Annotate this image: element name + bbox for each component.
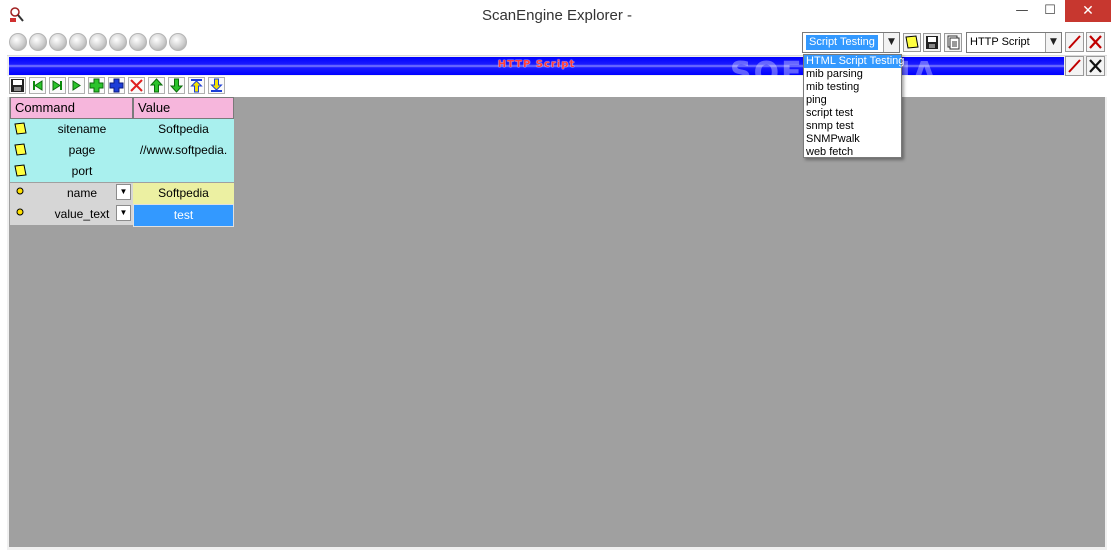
status-led-icon <box>129 33 147 51</box>
banner-edit-button[interactable] <box>1065 56 1084 76</box>
dropdown-item[interactable]: HTML Script Testing <box>804 55 904 68</box>
pencil-icon <box>1068 35 1081 49</box>
title-bar: ScanEngine Explorer - — ☐ ✕ <box>0 0 1114 30</box>
close-icon <box>1089 59 1102 73</box>
move-top-button[interactable] <box>188 77 205 94</box>
table-row[interactable]: port <box>10 161 234 182</box>
status-led-icon <box>149 33 167 51</box>
main-toolbar: Script Testing ▼ HTTP Script ▼ <box>7 30 1107 56</box>
status-led-icon <box>89 33 107 51</box>
move-down-button[interactable] <box>168 77 185 94</box>
table-row[interactable]: name ▼ Softpedia <box>10 183 234 204</box>
plus-green-icon <box>89 78 104 93</box>
copy-icon <box>947 35 960 50</box>
column-header-value[interactable]: Value <box>133 97 234 119</box>
arrow-down-icon <box>169 78 184 93</box>
close-icon <box>130 79 143 92</box>
grid-save-button[interactable] <box>9 77 26 94</box>
status-led-icon <box>49 33 67 51</box>
script-banner: HTTP Script <box>9 57 1064 75</box>
dropdown-item[interactable]: mib testing <box>804 81 901 94</box>
dropdown-item[interactable]: web fetch <box>804 146 901 159</box>
status-led-icon <box>9 33 27 51</box>
last-button[interactable] <box>49 77 66 94</box>
arrow-bottom-icon <box>210 78 223 92</box>
arrow-top-icon <box>190 79 203 93</box>
value-cell[interactable]: Softpedia <box>133 183 234 204</box>
table-row[interactable]: value_text ▼ test <box>10 204 234 227</box>
delete-row-button[interactable] <box>128 77 145 94</box>
arrow-up-icon <box>149 78 164 93</box>
banner-label: HTTP Script <box>497 59 576 70</box>
add-row-button[interactable] <box>88 77 105 94</box>
script-dropdown-list: HTML Script Testing mib parsing mib test… <box>803 54 904 159</box>
note-icon <box>14 122 27 135</box>
copy-button[interactable] <box>944 33 962 52</box>
note-icon <box>14 164 27 177</box>
status-led-icon <box>69 33 87 51</box>
script-type-value: HTTP Script <box>970 36 1030 48</box>
chevron-down-icon[interactable]: ▼ <box>883 33 899 52</box>
script-select-value: Script Testing <box>806 35 878 50</box>
value-cell[interactable]: //www.softpedia. <box>133 140 234 161</box>
command-cell: page <box>68 143 96 157</box>
move-bottom-button[interactable] <box>208 77 225 94</box>
script-select[interactable]: Script Testing ▼ <box>802 32 900 53</box>
chevron-down-icon[interactable]: ▼ <box>1045 33 1061 52</box>
command-cell: sitename <box>57 122 107 136</box>
note-icon <box>905 35 919 49</box>
note-icon <box>14 143 27 156</box>
minimize-button[interactable]: — <box>1008 0 1036 22</box>
script-type-select[interactable]: HTTP Script ▼ <box>966 32 1062 53</box>
close-icon <box>1089 35 1102 49</box>
command-cell: port <box>71 164 93 178</box>
play-icon <box>72 80 81 91</box>
status-leds <box>9 33 187 51</box>
delete-button[interactable] <box>1086 32 1105 52</box>
edit-button[interactable] <box>1065 32 1084 52</box>
chevron-down-icon[interactable]: ▼ <box>116 205 131 221</box>
floppy-icon <box>11 79 24 92</box>
dot-icon <box>16 208 24 216</box>
maximize-button[interactable]: ☐ <box>1036 0 1064 22</box>
insert-row-button[interactable] <box>108 77 125 94</box>
run-button[interactable] <box>68 77 85 94</box>
dropdown-item[interactable]: snmp test <box>804 120 901 133</box>
dot-icon <box>16 187 24 195</box>
move-up-button[interactable] <box>148 77 165 94</box>
table-row[interactable]: page //www.softpedia. <box>10 140 234 161</box>
column-header-command[interactable]: Command <box>10 97 133 119</box>
skip-forward-icon <box>52 80 62 91</box>
skip-back-icon <box>33 80 43 91</box>
grid-toolbar <box>7 76 1107 97</box>
banner-delete-button[interactable] <box>1086 56 1105 76</box>
pencil-icon <box>1068 59 1081 73</box>
close-window-button[interactable]: ✕ <box>1065 0 1111 22</box>
dropdown-item[interactable]: SNMPwalk <box>804 133 901 146</box>
open-note-button[interactable] <box>903 33 921 52</box>
floppy-icon <box>926 36 938 49</box>
window-title: ScanEngine Explorer - <box>481 7 633 24</box>
plus-blue-icon <box>109 78 124 93</box>
dropdown-item[interactable]: script test <box>804 107 901 120</box>
value-cell[interactable]: Softpedia <box>133 119 234 140</box>
status-led-icon <box>29 33 47 51</box>
chevron-down-icon[interactable]: ▼ <box>116 184 131 200</box>
dropdown-item[interactable]: ping <box>804 94 901 107</box>
value-cell-selected[interactable]: test <box>133 204 234 227</box>
table-row[interactable]: sitename Softpedia <box>10 119 234 140</box>
save-button[interactable] <box>923 33 941 52</box>
dropdown-item[interactable]: mib parsing <box>804 68 901 81</box>
first-button[interactable] <box>29 77 46 94</box>
status-led-icon <box>169 33 187 51</box>
status-led-icon <box>109 33 127 51</box>
